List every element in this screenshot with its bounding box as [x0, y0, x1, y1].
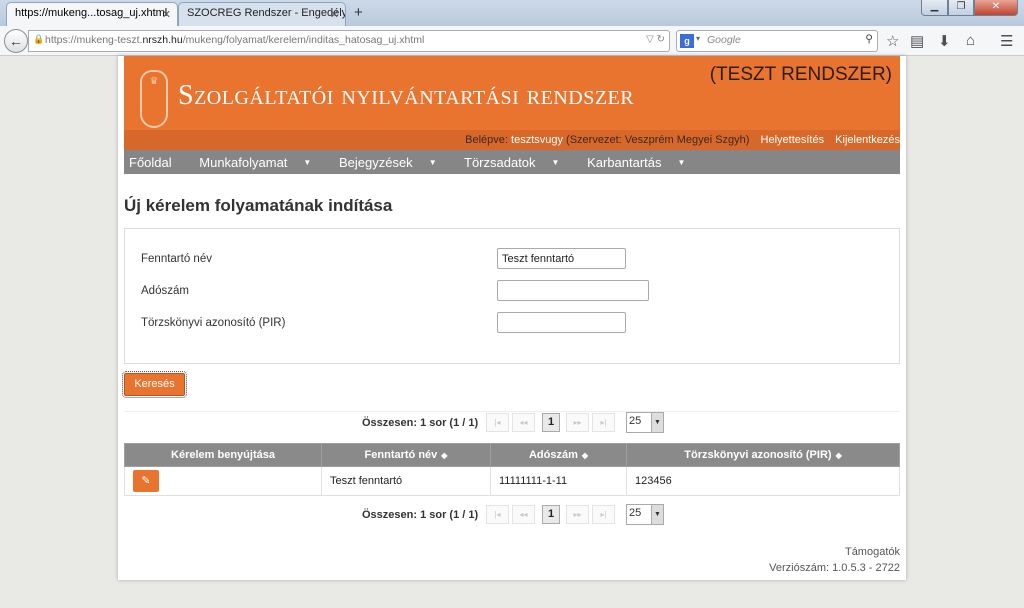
pir-cell: 123456 [626, 466, 900, 496]
caret-down-icon: ▼ [303, 158, 312, 167]
browser-navbar: ← 🔒 https://mukeng-teszt.nrszh.hu/mukeng… [0, 26, 1024, 56]
last-page-icon[interactable]: ▸| [592, 505, 615, 524]
close-icon[interactable]: ✕ [974, 0, 1018, 16]
url-domain: nrszh.hu [142, 34, 183, 46]
download-icon[interactable]: ⬇ [938, 32, 951, 50]
menu-item-karbantartas[interactable]: Karbantartás ▼ [587, 155, 697, 170]
fenntarto-input[interactable] [497, 248, 626, 269]
chevron-down-icon: ▼ [651, 505, 663, 524]
home-icon[interactable]: ⌂ [966, 32, 975, 49]
main-menu: Főoldal Munkafolyamat ▼ Bejegyzések ▼ Törz… [124, 150, 900, 174]
tab-title: SZOCREG Rendszer - Engedély ... [187, 7, 346, 19]
menu-item-torzsadatok[interactable]: Törzsadatok ▼ [464, 155, 571, 170]
menu-item-bejegyzesek[interactable]: Bejegyzések ▼ [339, 155, 449, 170]
search-placeholder: Google [707, 34, 741, 46]
column-header-kerelem: Kérelem benyújtása [124, 443, 322, 467]
page-size-select[interactable]: 25 ▼ [626, 504, 664, 525]
url-bar[interactable]: 🔒 https://mukeng-teszt.nrszh.hu/mukeng/f… [28, 30, 670, 52]
page-size-value: 25 [629, 507, 642, 519]
google-icon: g [680, 34, 694, 48]
caret-down-icon: ▼ [677, 158, 686, 167]
user-info: Belépve: tesztsvugy (Szervezet: Veszprém… [465, 134, 900, 146]
browser-tab[interactable]: SZOCREG Rendszer - Engedély ... ✕ [178, 2, 346, 26]
submit-cell: ✎ [124, 466, 322, 496]
edit-pencil-icon[interactable]: ✎ [133, 470, 159, 492]
fenntarto-label: Fenntartó név [141, 253, 212, 265]
column-header-pir[interactable]: Törzskönyvi azonosító (PIR) ◆ [626, 443, 900, 467]
pir-input[interactable] [497, 312, 626, 333]
back-arrow-icon[interactable]: ← [4, 29, 28, 53]
tab-title: https://mukeng...tosag_uj.xhtml [15, 7, 168, 19]
adoszam-cell: 11111111-1-11 [490, 466, 627, 496]
current-page-button[interactable]: 1 [542, 413, 560, 432]
app-title: Szolgáltatói nyilvántartási rendszer [178, 80, 635, 111]
page-size-value: 25 [629, 415, 642, 427]
search-bar[interactable]: g ▾ Google ⚲ [676, 30, 878, 52]
results-table: Kérelem benyújtása Fenntartó név ◆ Adószá… [124, 443, 900, 496]
maximize-icon[interactable]: ❐ [948, 0, 974, 16]
menu-item-fooldal[interactable]: Főoldal [129, 155, 184, 170]
version-label: Verziószám: 1.0.5.3 - 2722 [769, 562, 900, 574]
page-size-select[interactable]: 25 ▼ [626, 412, 664, 433]
login-label: Belépve: [465, 134, 508, 146]
url-path: /mukeng/folyamat/kerelem/inditas_hatosag… [182, 34, 425, 46]
current-page-button[interactable]: 1 [542, 505, 560, 524]
reload-icon[interactable]: ▽ ↻ [646, 34, 665, 45]
substitution-link[interactable]: Helyettesítés [761, 134, 825, 146]
username-link[interactable]: tesztsvugy [511, 134, 563, 146]
reading-list-icon[interactable]: ▤ [910, 32, 924, 50]
coat-of-arms-logo: ♛ [140, 70, 168, 128]
menu-icon[interactable]: ☰ [1000, 32, 1013, 50]
search-icon[interactable]: ⚲ [865, 33, 873, 45]
adoszam-input[interactable] [497, 280, 649, 301]
logout-link[interactable]: Kijelentkezés [835, 134, 900, 146]
test-system-badge: (TESZT RENDSZER) [709, 64, 892, 85]
window-controls: ▁ ❐ ✕ [921, 0, 1018, 16]
minimize-icon[interactable]: ▁ [921, 0, 948, 16]
last-page-icon[interactable]: ▸| [592, 413, 615, 432]
column-header-fenntarto[interactable]: Fenntartó név ◆ [321, 443, 491, 467]
close-tab-icon[interactable]: ✕ [330, 8, 339, 21]
pager-summary: Összesen: 1 sor (1 / 1) [362, 417, 479, 429]
next-page-icon[interactable]: ▸▸ [566, 413, 589, 432]
organization-label: (Szervezet: Veszprém Megyei Szgyh) [566, 134, 750, 146]
first-page-icon[interactable]: |◂ [486, 505, 509, 524]
browser-tab-active[interactable]: https://mukeng...tosag_uj.xhtml ✕ [6, 2, 178, 26]
sort-icon[interactable]: ◆ [582, 451, 588, 460]
chevron-down-icon[interactable]: ▾ [696, 34, 700, 43]
first-page-icon[interactable]: |◂ [486, 413, 509, 432]
pager-summary: Összesen: 1 sor (1 / 1) [362, 509, 479, 521]
pager-top: Összesen: 1 sor (1 / 1) |◂ ◂◂ 1 ▸▸ ▸| 25… [124, 411, 900, 433]
prev-page-icon[interactable]: ◂◂ [512, 505, 535, 524]
table-row: ✎ Teszt fenntartó 11111111-1-11 123456 [124, 466, 900, 496]
page-container: ♛ Szolgáltatói nyilvántartási rendszer (… [118, 56, 906, 580]
url-prefix: https://mukeng-teszt. [45, 34, 143, 46]
fenntarto-cell: Teszt fenntartó [321, 466, 491, 496]
search-form: Fenntartó név Adószám Törzskönyvi azonos… [124, 228, 900, 364]
caret-down-icon: ▼ [551, 158, 560, 167]
next-page-icon[interactable]: ▸▸ [566, 505, 589, 524]
new-tab-button[interactable]: + [354, 4, 363, 21]
pir-label: Törzskönyvi azonosító (PIR) [141, 317, 286, 329]
chevron-down-icon: ▼ [651, 413, 663, 432]
caret-down-icon: ▼ [428, 158, 437, 167]
lock-icon: 🔒 [33, 34, 45, 44]
pager-bottom: Összesen: 1 sor (1 / 1) |◂ ◂◂ 1 ▸▸ ▸| 25… [124, 504, 900, 526]
adoszam-label: Adószám [141, 285, 189, 297]
sort-icon[interactable]: ◆ [836, 451, 842, 460]
column-header-adoszam[interactable]: Adószám ◆ [490, 443, 627, 467]
support-link[interactable]: Támogatók [845, 546, 900, 558]
bookmark-star-icon[interactable]: ☆ [886, 32, 899, 50]
search-button[interactable]: Keresés [122, 371, 187, 398]
browser-tabstrip: https://mukeng...tosag_uj.xhtml ✕ SZOCRE… [0, 0, 1024, 26]
menu-item-munkafolyamat[interactable]: Munkafolyamat ▼ [199, 155, 323, 170]
prev-page-icon[interactable]: ◂◂ [512, 413, 535, 432]
sort-icon[interactable]: ◆ [441, 451, 447, 460]
close-tab-icon[interactable]: ✕ [162, 8, 171, 21]
page-title: Új kérelem folyamatának indítása [124, 196, 393, 215]
